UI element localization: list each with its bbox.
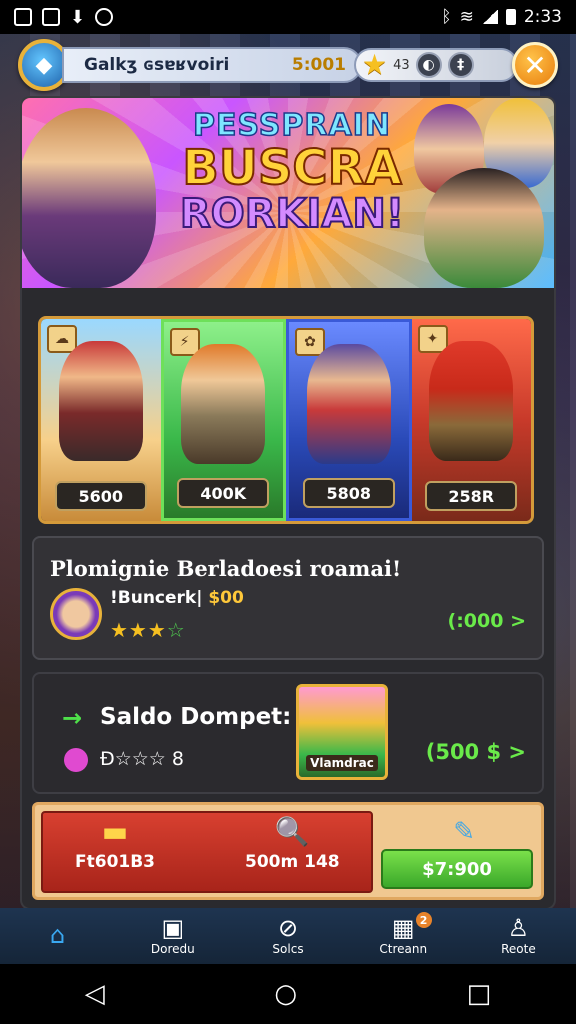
- wallet-title: Saldo Dompet:: [100, 704, 292, 730]
- app-root: ⬇ ᛒ ≋ 2:33 ◆ Galkʒ ɢsɐʁvoiri 5:001 ★ 43 …: [0, 0, 576, 1024]
- settings-button[interactable]: ‡: [447, 52, 474, 78]
- character-card[interactable]: ✿ 5808: [286, 319, 412, 521]
- edit-icon[interactable]: ✎: [453, 817, 475, 847]
- search-action[interactable]: 🔍 500m 148: [245, 815, 340, 872]
- quest-subtitle-gold: $00: [208, 588, 244, 608]
- system-nav: ◁ ○ □: [0, 964, 576, 1024]
- quest-title: Plomignie Berladoesi roamai!: [50, 556, 402, 581]
- ticket-label: Ft601B3: [75, 852, 156, 872]
- card-value: 5808: [302, 478, 395, 508]
- profile-bar[interactable]: Galkʒ ɢsɐʁvoiri 5:001: [62, 47, 362, 83]
- download-icon: ⬇: [70, 6, 86, 28]
- quest-avatar: [50, 588, 102, 640]
- notification-badge: 2: [415, 912, 432, 928]
- nav-reote[interactable]: ♙ Reote: [461, 908, 576, 964]
- inbox-icon: ▦: [391, 914, 415, 942]
- character-art: [181, 344, 266, 464]
- profile-icon: ♙: [507, 914, 530, 942]
- hero-character-right-1: [424, 168, 544, 288]
- character-card[interactable]: ✦ 258R: [411, 319, 531, 521]
- character-cards: ☁ 5600 ⚡ 400K ✿ 5808 ✦ 258R: [38, 316, 534, 524]
- quest-subtitle-text: !Buncerk|: [110, 588, 203, 608]
- character-art: [429, 341, 514, 461]
- main-panel: PESSPRAIN BUSCRA RORKIAN! ☁ 5600 ⚡ 400K …: [22, 98, 554, 908]
- home-icon: ⌂: [49, 921, 66, 949]
- wallet-row[interactable]: → Saldo Dompet: Ð☆☆☆ 8 Vlamdrac (500 $ >: [32, 672, 544, 794]
- character-card[interactable]: ⚡ 400K: [160, 319, 286, 521]
- star-outline-icon: ☆: [166, 618, 186, 642]
- character-card[interactable]: ☁ 5600: [41, 319, 161, 521]
- star-icon: ★: [362, 48, 388, 81]
- gem-icon: [64, 748, 88, 772]
- wallet-amount-link[interactable]: (500 $ >: [426, 740, 526, 764]
- search-label: 500m 148: [245, 852, 340, 872]
- photo-icon: [42, 8, 60, 26]
- bluetooth-icon: ᛒ: [441, 7, 452, 27]
- quest-subtitle: !Buncerk| $00: [110, 588, 244, 608]
- character-art: [306, 344, 391, 464]
- wallet-thumbnail[interactable]: Vlamdrac: [296, 684, 388, 780]
- wallet-rating: Ð☆☆☆ 8: [100, 748, 184, 770]
- card-value: 258R: [425, 481, 518, 511]
- promo-banner[interactable]: PESSPRAIN BUSCRA RORKIAN!: [22, 98, 554, 288]
- nav-ctreann[interactable]: ▦ 2 Ctreann: [346, 908, 461, 964]
- action-bar: ▬ Ft601B3 🔍 500m 148 ✎ $7:900: [32, 802, 544, 900]
- quest-row[interactable]: Plomignie Berladoesi roamai! !Buncerk| $…: [32, 536, 544, 660]
- home-circle-icon[interactable]: ○: [274, 979, 297, 1009]
- quest-rating: ★★★☆: [110, 618, 186, 642]
- coin-balance: 5:001: [291, 55, 346, 75]
- signal-icon: [481, 10, 498, 24]
- app-icon: [95, 8, 114, 26]
- recent-apps-icon[interactable]: □: [467, 979, 492, 1009]
- ticket-action[interactable]: ▬ Ft601B3: [75, 815, 155, 872]
- buy-button[interactable]: $7:900: [381, 849, 533, 889]
- quest-reward-link[interactable]: (:000 >: [448, 610, 526, 632]
- hero-character-left: [22, 108, 156, 288]
- card-value: 400K: [177, 478, 270, 508]
- username: Galkʒ ɢsɐʁvoiri: [84, 55, 230, 75]
- toggle-button[interactable]: ◐: [415, 52, 442, 78]
- image-icon: [14, 8, 32, 26]
- banner-line-1: PESSPRAIN: [192, 107, 391, 144]
- star-pill[interactable]: ★ 43 ◐ ‡: [354, 48, 518, 82]
- thumbnail-label: Vlamdrac: [306, 755, 378, 771]
- nav-doredu[interactable]: ▣ Doredu: [115, 908, 230, 964]
- nav-label: Doredu: [150, 942, 195, 956]
- compass-icon: ⊘: [277, 914, 299, 942]
- wifi-icon: ≋: [459, 7, 474, 27]
- banner-line-2: BUSCRA: [181, 140, 402, 196]
- card-value: 5600: [54, 481, 147, 511]
- battery-icon: [505, 9, 516, 25]
- star-icon: ★★★: [110, 618, 167, 642]
- banner-line-3: RORKIAN!: [179, 191, 405, 238]
- nav-solcs[interactable]: ⊘ Solcs: [230, 908, 345, 964]
- bottom-nav: ⌂ ▣ Doredu ⊘ Solcs ▦ 2 Ctreann ♙ Reote: [0, 908, 576, 964]
- nav-label: Solcs: [272, 942, 304, 956]
- status-bar: ⬇ ᛒ ≋ 2:33: [0, 0, 576, 34]
- nav-label: Ctreann: [379, 942, 428, 956]
- close-button[interactable]: ✕: [512, 42, 558, 88]
- star-value: 43: [393, 57, 410, 73]
- header: ◆ Galkʒ ɢsɐʁvoiri 5:001 ★ 43 ◐ ‡ ✕: [18, 38, 558, 92]
- arrow-right-icon: →: [62, 704, 83, 732]
- nav-home[interactable]: ⌂: [0, 908, 115, 964]
- calendar-icon: ▣: [161, 914, 185, 942]
- ticket-icon: ▬: [101, 815, 129, 848]
- search-icon: 🔍: [274, 815, 310, 848]
- nav-label: Reote: [501, 942, 536, 956]
- status-time: 2:33: [523, 7, 562, 27]
- character-art: [58, 341, 143, 461]
- back-icon[interactable]: ◁: [85, 979, 105, 1009]
- banner-title: PESSPRAIN BUSCRA RORKIAN!: [162, 107, 422, 238]
